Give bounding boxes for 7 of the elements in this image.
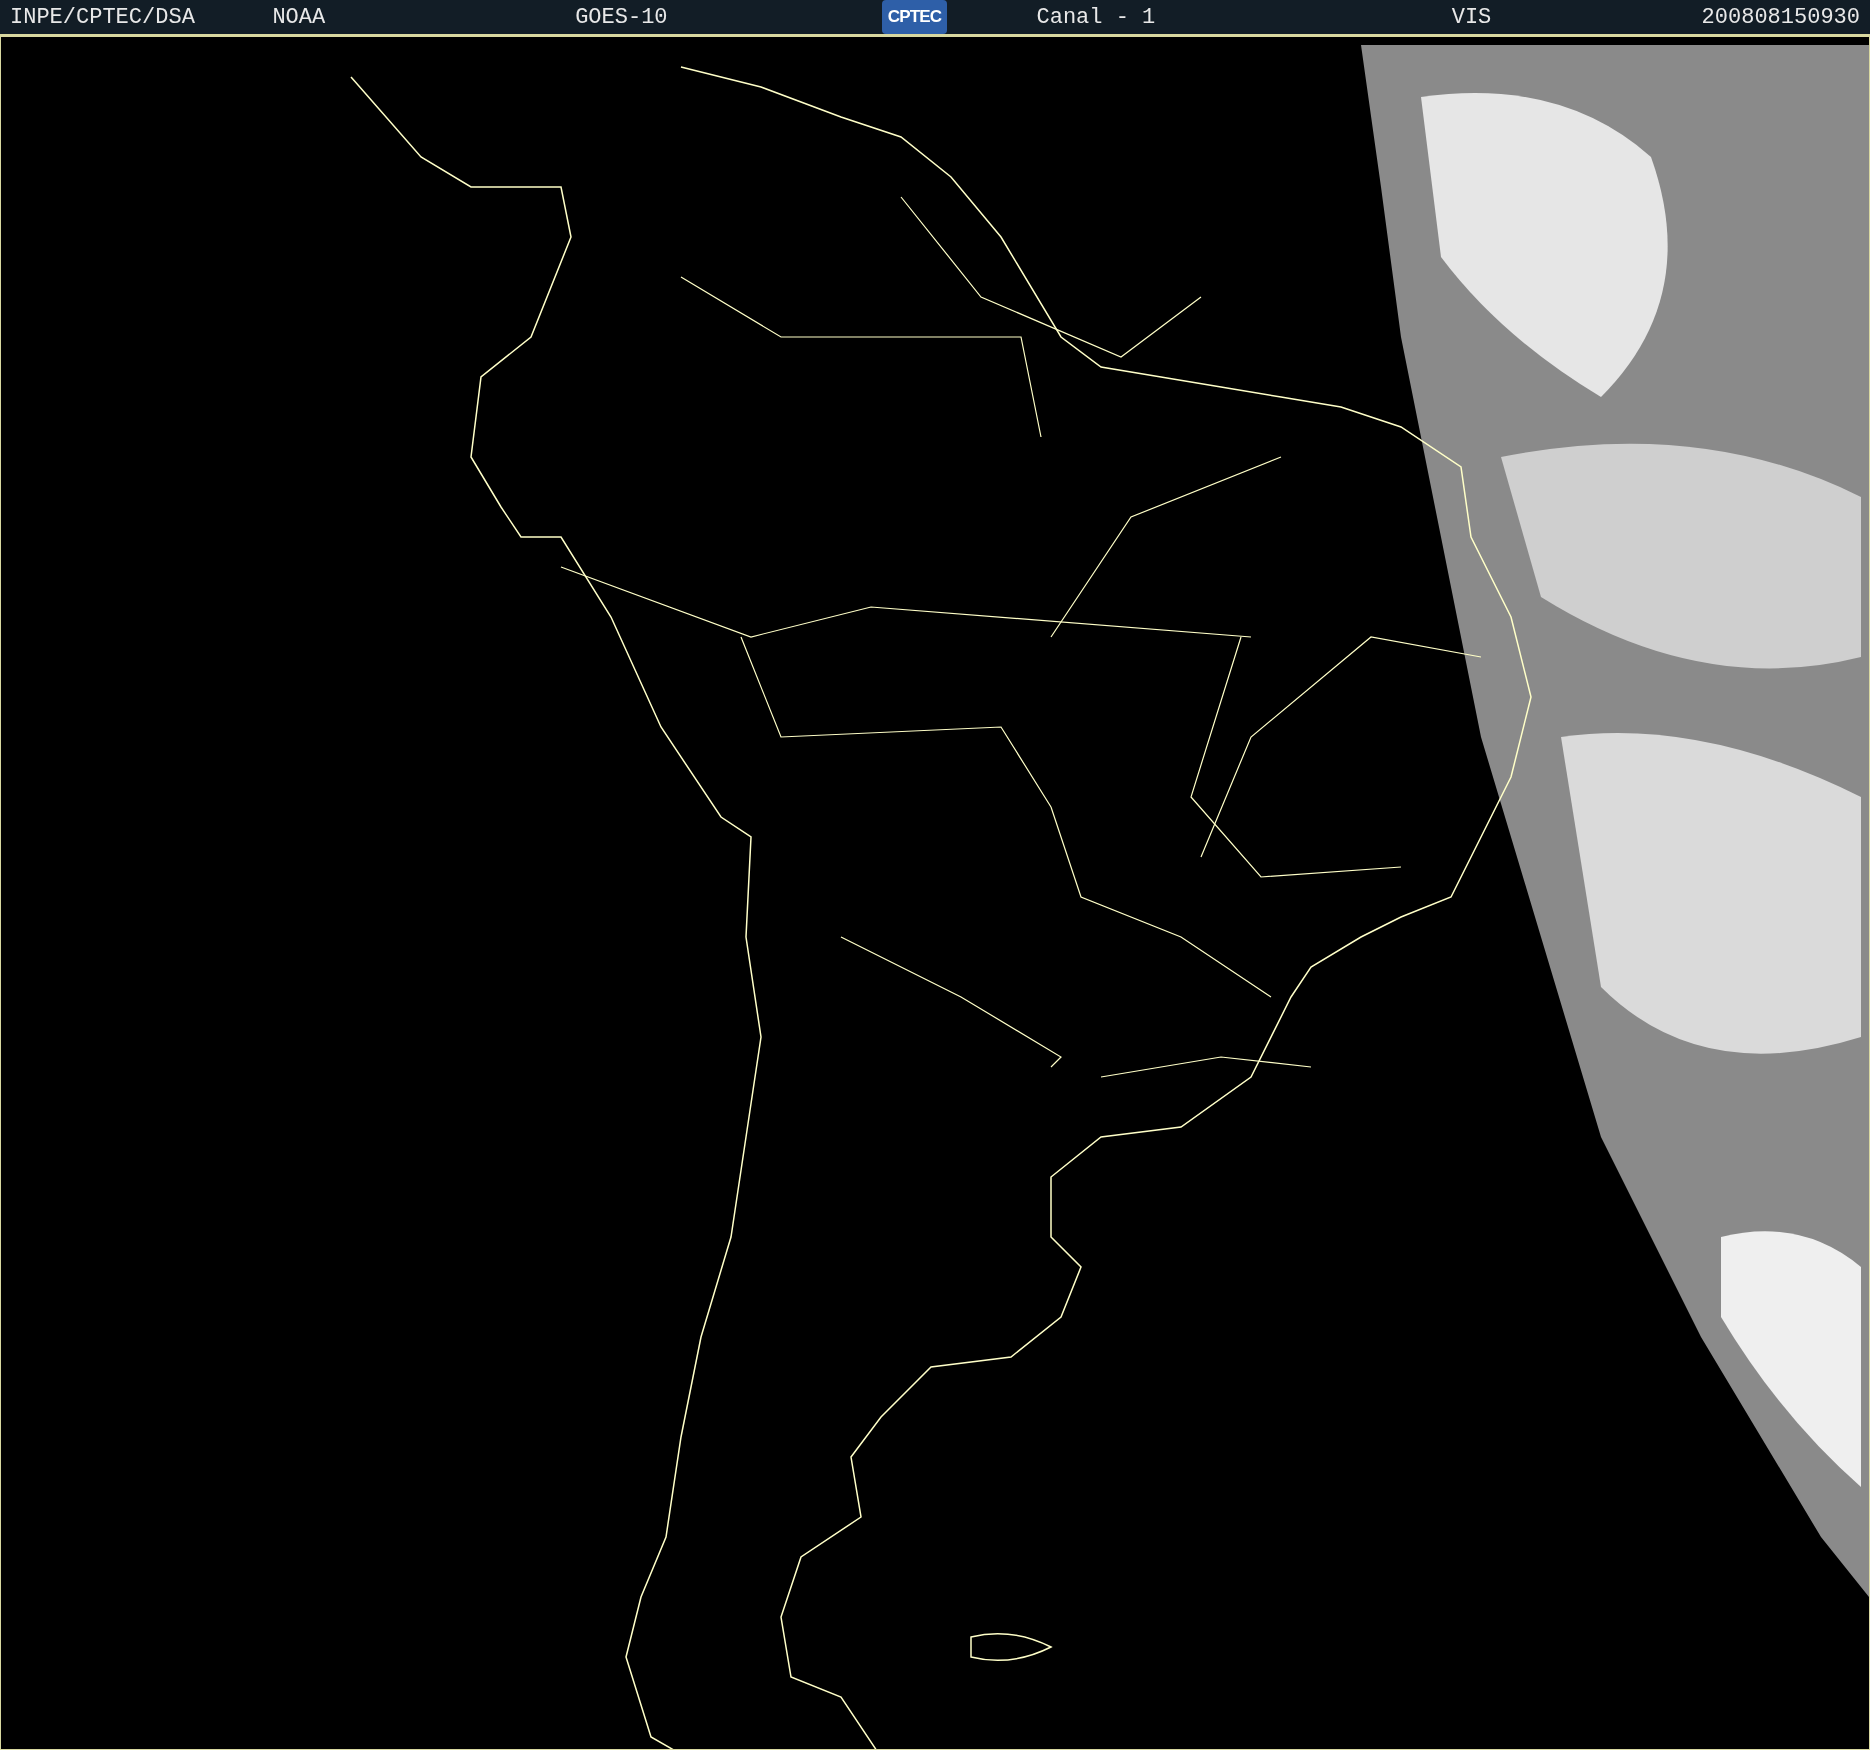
header-label: NOAA: [272, 4, 326, 30]
logo-icon: CPTEC: [881, 0, 948, 35]
header-label: Canal - 1: [1036, 4, 1156, 30]
header-label: GOES-10: [575, 4, 668, 30]
header-label: VIS: [1451, 4, 1492, 30]
header-label: INPE/CPTEC/DSA: [10, 4, 195, 30]
header-label: 200808150930: [1701, 4, 1860, 30]
